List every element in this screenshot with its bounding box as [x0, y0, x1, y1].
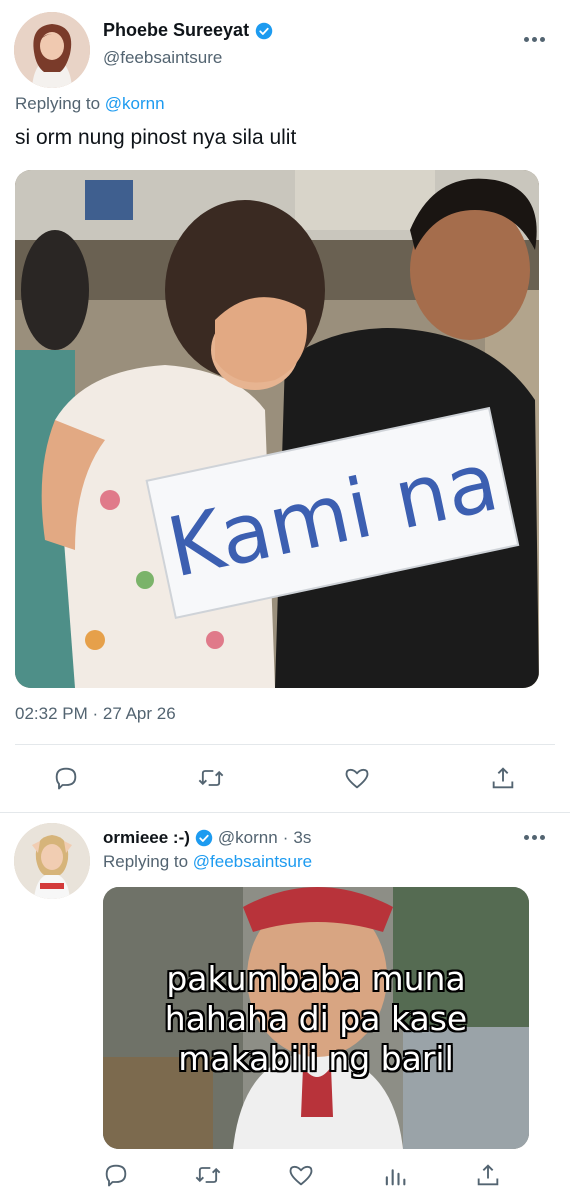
share-icon [492, 767, 514, 789]
retweet-icon [198, 770, 224, 786]
meme-caption-line: makabili ng baril [178, 1039, 454, 1078]
reply-icon [105, 1164, 127, 1187]
avatar-photo [14, 12, 90, 88]
reply-like-button[interactable] [284, 1158, 318, 1192]
reply-retweet-button[interactable] [191, 1158, 225, 1192]
replying-to-line: Replying to @kornn [15, 94, 165, 114]
retweet-icon [195, 1167, 221, 1183]
reply-replying-to-mention[interactable]: @feebsaintsure [193, 852, 312, 871]
share-icon [477, 1164, 499, 1186]
reply-handle[interactable]: @kornn [218, 828, 278, 848]
reply-replying-to-line: Replying to @feebsaintsure [103, 852, 312, 872]
reply-author-row: ormieee :-) @kornn · 3s [103, 828, 311, 848]
divider [15, 744, 555, 745]
reply-meme-image[interactable]: pakumbaba muna hahaha di pa kase makabil… [103, 887, 529, 1149]
reply-time[interactable]: 3s [293, 828, 311, 848]
meme-caption-line: hahaha di pa kase [164, 999, 468, 1038]
reply-display-name[interactable]: ormieee :-) [103, 828, 190, 848]
tweet-text: si orm nung pinost nya sila ulit [15, 126, 297, 149]
share-button[interactable] [486, 761, 520, 795]
retweet-button[interactable] [194, 761, 228, 795]
replying-prefix: Replying to [15, 94, 101, 113]
like-icon [289, 1165, 313, 1186]
reply-separator-dot: · [282, 828, 289, 847]
reply-replying-prefix: Replying to [103, 852, 189, 871]
like-button[interactable] [340, 761, 374, 795]
author-display-name[interactable]: Phoebe Sureeyat [103, 20, 249, 41]
reply-button[interactable] [49, 761, 83, 795]
reply-author-avatar[interactable] [14, 823, 90, 899]
reply-share-button[interactable] [471, 1158, 505, 1192]
meme-caption-line: pakumbaba muna [166, 959, 466, 998]
author-handle[interactable]: @feebsaintsure [103, 48, 222, 68]
verified-badge-icon [195, 829, 213, 847]
reply-icon [55, 767, 77, 790]
reply-avatar-photo [14, 823, 90, 899]
reply-more-options-icon[interactable] [524, 832, 548, 842]
reply-reply-button[interactable] [99, 1158, 133, 1192]
photo-couple-with-sign: Kami na [15, 170, 539, 688]
tweet-separator [0, 812, 570, 813]
replying-to-mention[interactable]: @kornn [105, 94, 165, 113]
analytics-icon [385, 1169, 406, 1186]
verified-badge-icon [255, 22, 273, 39]
meme-caption: pakumbaba muna hahaha di pa kase makabil… [103, 959, 529, 1079]
tweet-photo[interactable]: Kami na [15, 170, 539, 688]
reply-analytics-button[interactable] [378, 1158, 412, 1192]
like-icon [345, 768, 369, 789]
author-avatar[interactable] [14, 12, 90, 88]
author-name-row: Phoebe Sureeyat [103, 20, 273, 41]
more-options-icon[interactable] [524, 34, 548, 44]
tweet-timestamp[interactable]: 02:32 PM · 27 Apr 26 [15, 704, 176, 724]
